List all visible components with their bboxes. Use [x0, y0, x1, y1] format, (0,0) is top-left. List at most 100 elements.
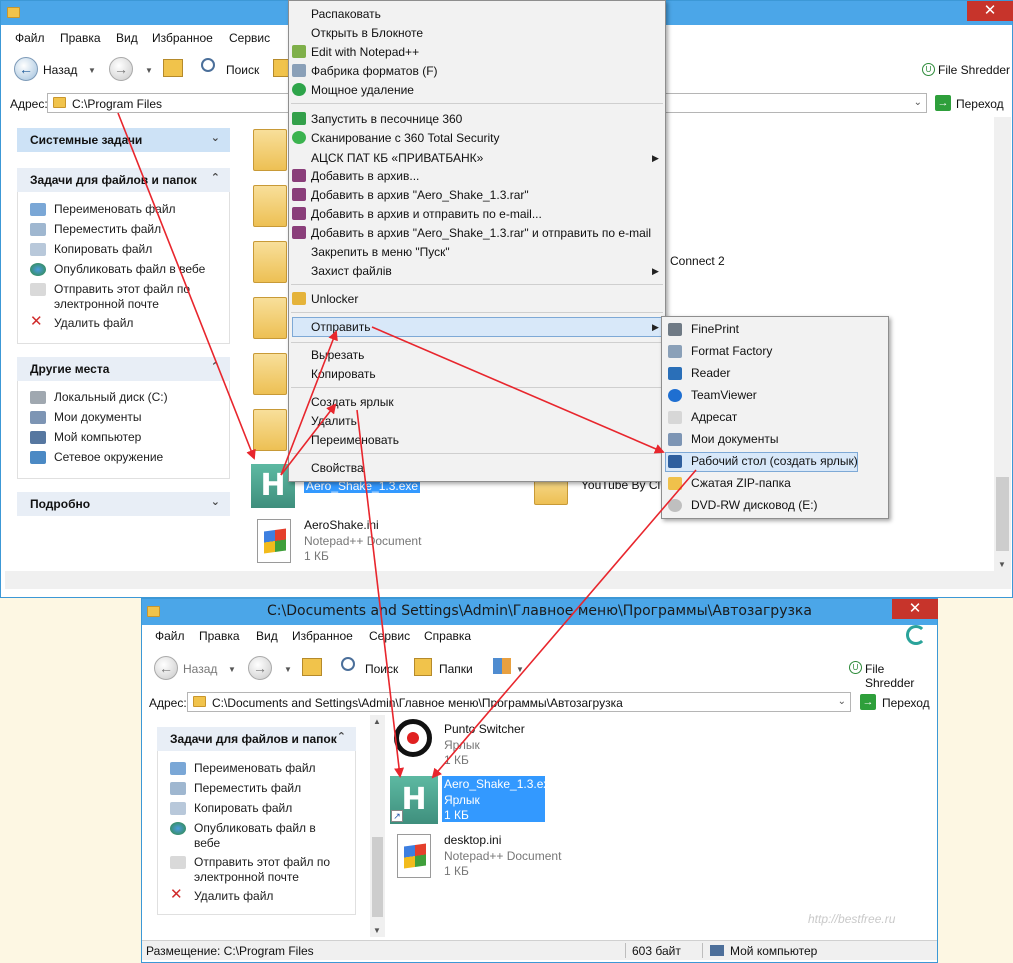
side-panel-scrollbar[interactable]: ▲ ▼ — [370, 715, 385, 937]
forward-dropdown-icon[interactable]: ▼ — [145, 66, 153, 75]
menu-item-unlocker[interactable]: Unlocker — [311, 292, 358, 306]
menu-edit[interactable]: Правка — [60, 31, 101, 45]
send-to-fineprint[interactable]: FinePrint — [691, 322, 739, 336]
menu-item-privatbank[interactable]: АЦСК ПАТ КБ «ПРИВАТБАНК» — [311, 151, 483, 165]
send-to-reader[interactable]: Reader — [691, 366, 730, 380]
file-shredder-button[interactable]: File Shredder — [938, 63, 1010, 77]
menu-tools[interactable]: Сервис — [369, 629, 410, 643]
folder-icon[interactable] — [253, 409, 287, 451]
punto-switcher-name[interactable]: Punto Switcher — [444, 722, 525, 736]
send-to-desktop-shortcut[interactable]: Рабочий стол (создать ярлык) — [691, 454, 858, 468]
ini-file-icon[interactable] — [257, 519, 291, 563]
address-dropdown-icon[interactable]: ⌄ — [914, 97, 922, 108]
task-move[interactable]: Переместить файл — [30, 222, 161, 237]
menu-item-create-shortcut[interactable]: Создать ярлык — [311, 395, 394, 409]
menu-item-cut[interactable]: Вырезать — [311, 348, 364, 362]
task-label[interactable]: Переименовать файл — [54, 202, 176, 216]
chevron-up-icon[interactable]: ⌃ — [211, 360, 220, 373]
menu-view[interactable]: Вид — [116, 31, 138, 45]
menu-item-archive-email[interactable]: Добавить в архив и отправить по e-mail..… — [311, 207, 542, 221]
search-label[interactable]: Поиск — [226, 63, 259, 77]
send-to-my-documents[interactable]: Мои документы — [691, 432, 778, 446]
file-shredder-icon[interactable]: U — [849, 661, 862, 674]
forward-button[interactable]: → — [248, 656, 272, 680]
task-publish[interactable]: Опубликовать файл в вебе — [30, 262, 205, 277]
menu-item-extract[interactable]: Распаковать — [311, 7, 381, 21]
task-label[interactable]: Переименовать файл — [194, 761, 316, 775]
task-label[interactable]: Опубликовать файл в вебе — [194, 821, 316, 850]
menu-item-copy[interactable]: Копировать — [311, 367, 376, 381]
task-rename[interactable]: Переименовать файл — [170, 761, 316, 776]
task-label[interactable]: Копировать файл — [54, 242, 152, 256]
top-horizontal-scrollbar[interactable] — [5, 571, 1011, 589]
menu-item-pin-start[interactable]: Закрепить в меню "Пуск" — [311, 245, 450, 259]
punto-switcher-icon[interactable] — [394, 719, 432, 757]
chevron-up-icon[interactable]: ⌃ — [337, 730, 346, 743]
task-copy[interactable]: Копировать файл — [170, 801, 292, 816]
back-button[interactable]: ← — [14, 57, 38, 81]
address-value[interactable]: C:\Program Files — [72, 97, 162, 111]
task-delete[interactable]: ✕ Удалить файл — [30, 314, 133, 331]
back-button[interactable]: ← — [154, 656, 178, 680]
file-shredder-icon[interactable]: U — [922, 63, 935, 76]
other-places-header[interactable]: Другие места ⌃ — [17, 357, 230, 381]
menu-item-delete[interactable]: Удалить — [311, 414, 357, 428]
desktop-ini-icon[interactable] — [397, 834, 431, 878]
place-my-documents[interactable]: Мои документы — [30, 410, 141, 425]
menu-edit[interactable]: Правка — [199, 629, 240, 643]
address-value[interactable]: C:\Documents and Settings\Admin\Главное … — [212, 696, 623, 710]
file-tasks-header[interactable]: Задачи для файлов и папок ⌃ — [157, 727, 356, 751]
chevron-down-icon[interactable]: ⌄ — [211, 495, 220, 508]
file-shredder-button[interactable]: File Shredder — [865, 662, 937, 690]
go-button[interactable]: Переход — [956, 97, 1004, 111]
views-dropdown-icon[interactable]: ▼ — [516, 665, 524, 674]
up-folder-icon[interactable] — [163, 59, 183, 77]
menu-item-format-factory[interactable]: Фабрика форматов (F) — [311, 64, 438, 78]
send-to-zip-folder[interactable]: Сжатая ZIP-папка — [691, 476, 791, 490]
send-to-format-factory[interactable]: Format Factory — [691, 344, 772, 358]
menu-item-uninstall[interactable]: Мощное удаление — [311, 83, 414, 97]
send-to-dvd-drive[interactable]: DVD-RW дисковод (E:) — [691, 498, 818, 512]
system-tasks-header[interactable]: Системные задачи ⌄ — [17, 128, 230, 152]
task-rename[interactable]: Переименовать файл — [30, 202, 176, 217]
place-label[interactable]: Мои документы — [54, 410, 141, 424]
task-label[interactable]: Удалить файл — [54, 316, 133, 330]
address-dropdown-icon[interactable]: ⌄ — [838, 696, 846, 707]
folder-icon[interactable] — [253, 185, 287, 227]
scrollbar-thumb[interactable] — [996, 477, 1009, 551]
place-label[interactable]: Сетевое окружение — [54, 450, 163, 464]
task-label[interactable]: Копировать файл — [194, 801, 292, 815]
up-folder-icon[interactable] — [302, 658, 322, 676]
task-label[interactable]: Переместить файл — [54, 222, 161, 236]
forward-dropdown-icon[interactable]: ▼ — [284, 665, 292, 674]
address-field[interactable]: C:\Documents and Settings\Admin\Главное … — [187, 692, 851, 712]
connect-folder-label[interactable]: Connect 2 — [670, 254, 725, 268]
menu-item-open-notepad[interactable]: Открыть в Блокноте — [311, 26, 423, 40]
folders-icon[interactable] — [414, 658, 432, 676]
folder-icon[interactable] — [253, 297, 287, 339]
folders-label[interactable]: Папки — [439, 662, 473, 676]
desktop-ini-name[interactable]: desktop.ini — [444, 833, 501, 847]
menu-item-file-protect[interactable]: Захист файлів — [311, 264, 392, 278]
send-to-teamviewer[interactable]: TeamViewer — [691, 388, 757, 402]
scrollbar-thumb[interactable] — [372, 837, 383, 917]
folder-icon[interactable] — [253, 353, 287, 395]
go-arrow-icon[interactable]: → — [935, 95, 951, 111]
place-label[interactable]: Мой компьютер — [54, 430, 141, 444]
menu-view[interactable]: Вид — [256, 629, 278, 643]
task-email[interactable]: Отправить этот файл по электронной почте — [30, 282, 210, 312]
menu-item-notepad-plus[interactable]: Edit with Notepad++ — [311, 45, 419, 59]
place-network[interactable]: Сетевое окружение — [30, 450, 163, 465]
menu-favorites[interactable]: Избранное — [292, 629, 353, 643]
task-delete[interactable]: ✕ Удалить файл — [170, 887, 273, 904]
scroll-up-icon[interactable]: ▲ — [373, 717, 381, 726]
menu-item-scan-360[interactable]: Сканирование с 360 Total Security — [311, 131, 500, 145]
place-local-disk[interactable]: Локальный диск (C:) — [30, 390, 168, 405]
close-button[interactable]: ✕ — [967, 1, 1013, 21]
aero-shake-shortcut-name[interactable]: Aero_Shake_1.3.exe — [444, 777, 556, 791]
menu-help[interactable]: Справка — [424, 629, 471, 643]
back-dropdown-icon[interactable]: ▼ — [228, 665, 236, 674]
folder-icon[interactable] — [253, 129, 287, 171]
top-vertical-scrollbar[interactable]: ▼ — [994, 117, 1011, 571]
details-header[interactable]: Подробно ⌄ — [17, 492, 230, 516]
